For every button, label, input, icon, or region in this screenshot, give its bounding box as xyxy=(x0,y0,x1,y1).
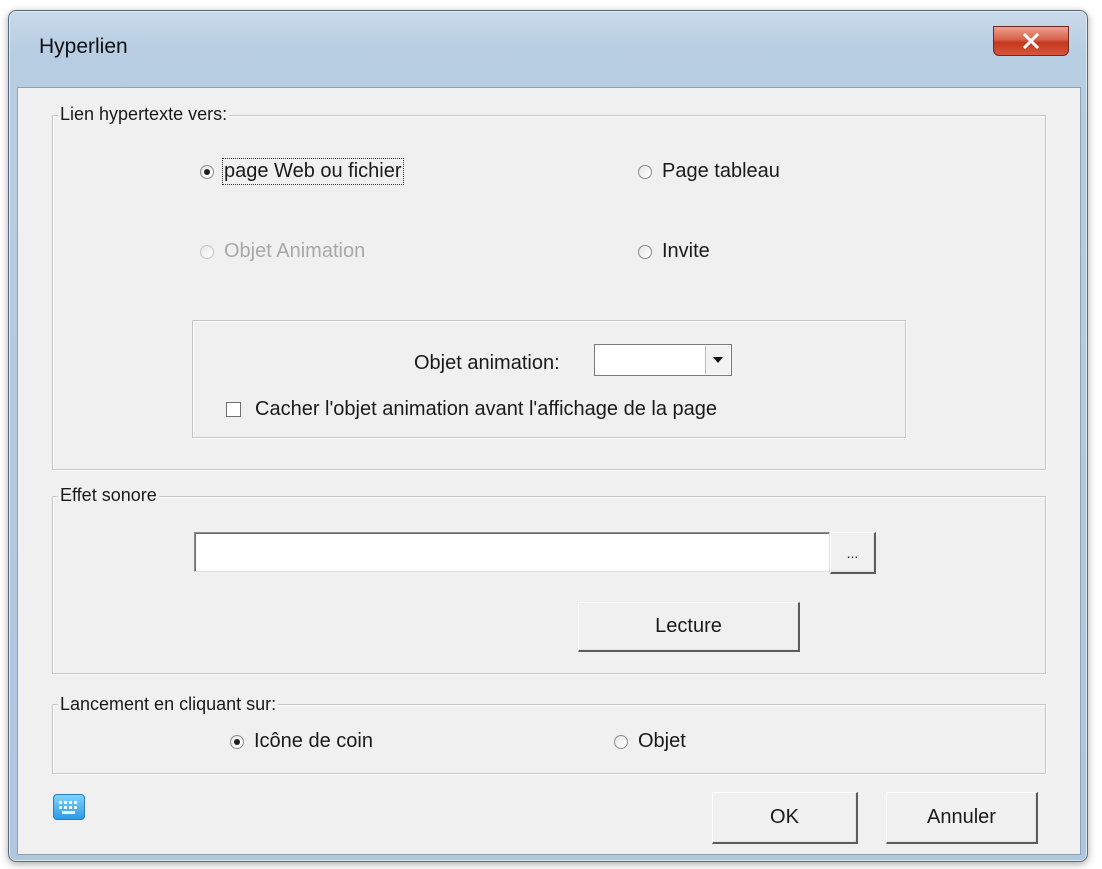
browse-button[interactable]: ... xyxy=(830,532,876,574)
radio-invite[interactable]: Invite xyxy=(638,240,710,263)
radio-page-tableau-label: Page tableau xyxy=(662,160,780,182)
close-button[interactable] xyxy=(993,26,1069,56)
dropdown-arrow-button[interactable] xyxy=(705,346,730,374)
cancel-button[interactable]: Annuler xyxy=(886,792,1038,844)
ok-button[interactable]: OK xyxy=(712,792,858,844)
radio-object[interactable]: Objet xyxy=(614,730,686,753)
close-icon xyxy=(1022,33,1040,49)
radio-corner-icon-label: Icône de coin xyxy=(254,730,373,752)
window-title: Hyperlien xyxy=(39,35,128,58)
radio-objet-animation-indicator xyxy=(200,244,214,259)
keyboard-keys-icon xyxy=(59,801,77,814)
radio-objet-animation-label: Objet Animation xyxy=(224,240,366,262)
sound-file-input[interactable] xyxy=(194,532,830,572)
hide-animation-label: Cacher l'objet animation avant l'afficha… xyxy=(255,398,718,420)
radio-web-page[interactable]: page Web ou fichier xyxy=(200,158,404,185)
sound-effect-group xyxy=(52,496,1046,674)
radio-object-label: Objet xyxy=(638,730,686,752)
play-button[interactable]: Lecture xyxy=(578,602,800,652)
radio-web-page-label: page Web ou fichier xyxy=(222,158,404,185)
radio-objet-animation: Objet Animation xyxy=(200,240,365,263)
animation-object-label: Objet animation: xyxy=(414,352,560,374)
dialog-window: Hyperlien Lien hypertexte vers: page Web… xyxy=(8,10,1088,862)
sound-effect-group-label: Effet sonore xyxy=(58,485,159,505)
hide-animation-option[interactable]: Cacher l'objet animation avant l'afficha… xyxy=(226,398,717,421)
launch-trigger-group-label: Lancement en cliquant sur: xyxy=(58,694,279,714)
keyboard-icon[interactable] xyxy=(53,794,85,820)
radio-page-tableau[interactable]: Page tableau xyxy=(638,160,780,183)
radio-web-page-indicator[interactable] xyxy=(200,164,214,179)
chevron-down-icon xyxy=(713,357,723,363)
dialog-client-area: Lien hypertexte vers: page Web ou fichie… xyxy=(17,87,1081,855)
animation-object-select[interactable] xyxy=(594,344,732,376)
launch-trigger-group xyxy=(52,704,1046,774)
hide-animation-checkbox[interactable] xyxy=(226,402,241,417)
radio-corner-icon-indicator[interactable] xyxy=(230,734,244,749)
radio-object-indicator[interactable] xyxy=(614,734,628,749)
radio-invite-indicator[interactable] xyxy=(638,244,652,259)
radio-page-tableau-indicator[interactable] xyxy=(638,164,652,179)
radio-corner-icon[interactable]: Icône de coin xyxy=(230,730,373,753)
link-target-group-label: Lien hypertexte vers: xyxy=(58,104,230,124)
radio-invite-label: Invite xyxy=(662,240,710,262)
